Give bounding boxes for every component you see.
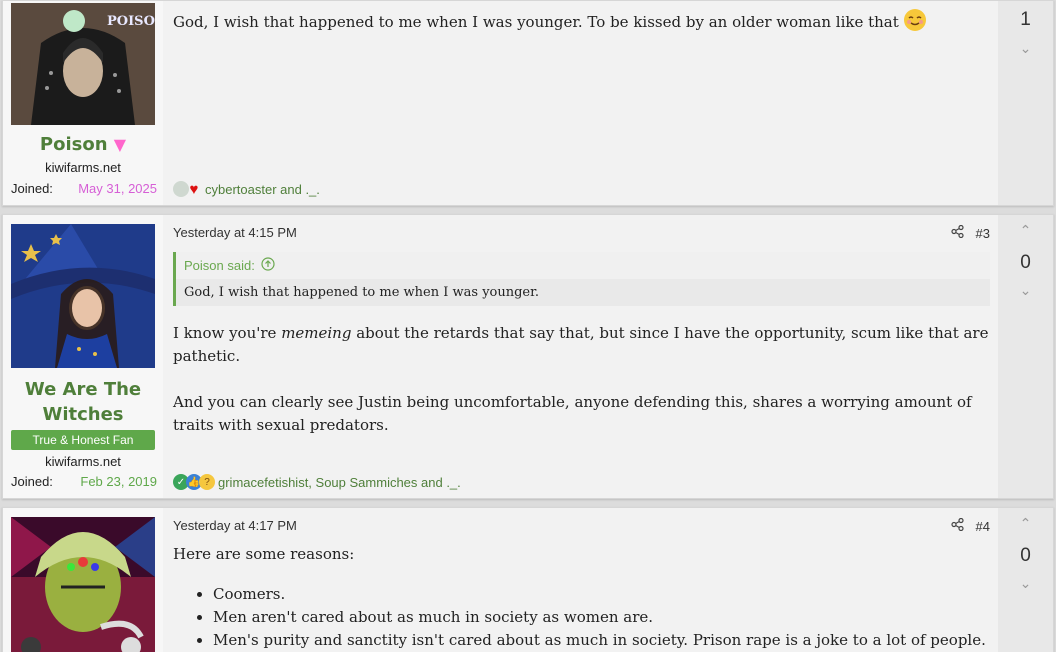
post-number-link[interactable]: #4 (976, 519, 990, 534)
arrow-up-circle-icon[interactable] (261, 257, 275, 274)
list-item: Men's purity and sanctity isn't cared ab… (213, 629, 990, 652)
share-icon[interactable] (950, 224, 964, 241)
list-item: Men aren't cared about as much in societ… (213, 606, 990, 629)
body-emphasis: memeing (281, 324, 352, 342)
thinking-face-icon: ? (199, 474, 215, 490)
user-site: kiwifarms.net (45, 160, 121, 175)
post-timestamp[interactable]: Yesterday at 4:17 PM (173, 518, 297, 533)
body-text-segment: I know you're (173, 324, 282, 342)
quote-header[interactable]: Poison said: (176, 252, 990, 279)
vote-score: 1 (1020, 9, 1031, 30)
user-sidebar: We Are The Witches True & Honest Fan kiw… (3, 215, 163, 498)
reactions-bar[interactable]: ✓ 👍 ? grimacefetishist, Soup Sammiches a… (173, 474, 461, 490)
chevron-down-icon[interactable]: ⌄ (998, 41, 1053, 57)
username[interactable]: We Are The Witches (3, 377, 163, 427)
reaction-icons[interactable]: ✓ 👍 ? (173, 474, 215, 490)
avatar[interactable]: POISON (11, 3, 155, 125)
post-actions: #4 (950, 517, 990, 534)
heart-icon: ♥ (189, 180, 199, 198)
svg-text:POISON: POISON (107, 14, 155, 29)
reactions-bar[interactable]: ♥ cybertoaster and ._. (173, 180, 320, 198)
flair-icon: ▼ (113, 135, 127, 154)
vote-column: 1 ⌄ (998, 1, 1053, 205)
post-paragraph: Here are some reasons: (173, 545, 355, 563)
user-sidebar (3, 508, 163, 652)
post-number-link[interactable]: #3 (976, 226, 990, 241)
chevron-up-icon[interactable]: ⌃ (998, 516, 1053, 532)
relieved-face-icon (903, 9, 926, 31)
reasons-list: Coomers. Men aren't cared about as much … (213, 583, 990, 652)
post-paragraph: I know you're memeing about the retards … (173, 322, 990, 368)
share-icon[interactable] (950, 517, 964, 534)
joined-label: Joined: (11, 474, 53, 489)
quote-block: Poison said: God, I wish that happened t… (173, 252, 990, 306)
post: POISON Poison ▼ kiwifarms.net Joined: Ma… (2, 0, 1054, 206)
avatar[interactable] (11, 224, 155, 368)
vote-column: ⌃ 0 ⌄ (998, 508, 1053, 652)
post-body: God, I wish that happened to me when I w… (173, 9, 990, 34)
joined-date: Feb 23, 2019 (80, 474, 157, 489)
avatar[interactable] (11, 517, 155, 652)
chevron-down-icon[interactable]: ⌄ (998, 283, 1053, 299)
post-content: Yesterday at 4:17 PM #4 Here are some re… (163, 508, 998, 652)
post-paragraph: And you can clearly see Justin being unc… (173, 393, 972, 434)
post-timestamp[interactable]: Yesterday at 4:15 PM (173, 225, 297, 240)
user-sidebar: POISON Poison ▼ kiwifarms.net Joined: Ma… (3, 1, 163, 205)
chevron-up-icon[interactable]: ⌃ (998, 223, 1053, 239)
list-item: Coomers. (213, 583, 990, 606)
vote-column: ⌃ 0 ⌄ (998, 215, 1053, 498)
post-body: I know you're memeing about the retards … (173, 322, 990, 460)
post-content: Yesterday at 4:15 PM #3 Poison said: God… (163, 215, 998, 498)
user-badge: True & Honest Fan (11, 430, 155, 450)
username-text[interactable]: Poison (40, 134, 108, 155)
post-content: God, I wish that happened to me when I w… (163, 1, 998, 205)
post-actions: #3 (950, 224, 990, 241)
vote-score: 0 (1020, 252, 1031, 273)
post: We Are The Witches True & Honest Fan kiw… (2, 214, 1054, 499)
joined-date: May 31, 2025 (78, 181, 157, 196)
vote-score: 0 (1020, 545, 1031, 566)
post-body-text: God, I wish that happened to me when I w… (173, 13, 899, 31)
user-site: kiwifarms.net (45, 454, 121, 469)
reaction-icons[interactable]: ♥ (173, 180, 199, 198)
joined-label: Joined: (11, 181, 53, 196)
reaction-users[interactable]: grimacefetishist, Soup Sammiches and ._. (218, 475, 461, 490)
username[interactable]: Poison ▼ (3, 132, 163, 157)
reaction-users[interactable]: cybertoaster and ._. (205, 182, 320, 197)
chevron-down-icon[interactable]: ⌄ (998, 576, 1053, 592)
post-body: Here are some reasons: Coomers. Men aren… (173, 543, 990, 652)
quote-text: God, I wish that happened to me when I w… (184, 285, 540, 300)
quote-author[interactable]: Poison said: (184, 258, 255, 273)
post: Yesterday at 4:17 PM #4 Here are some re… (2, 507, 1054, 652)
